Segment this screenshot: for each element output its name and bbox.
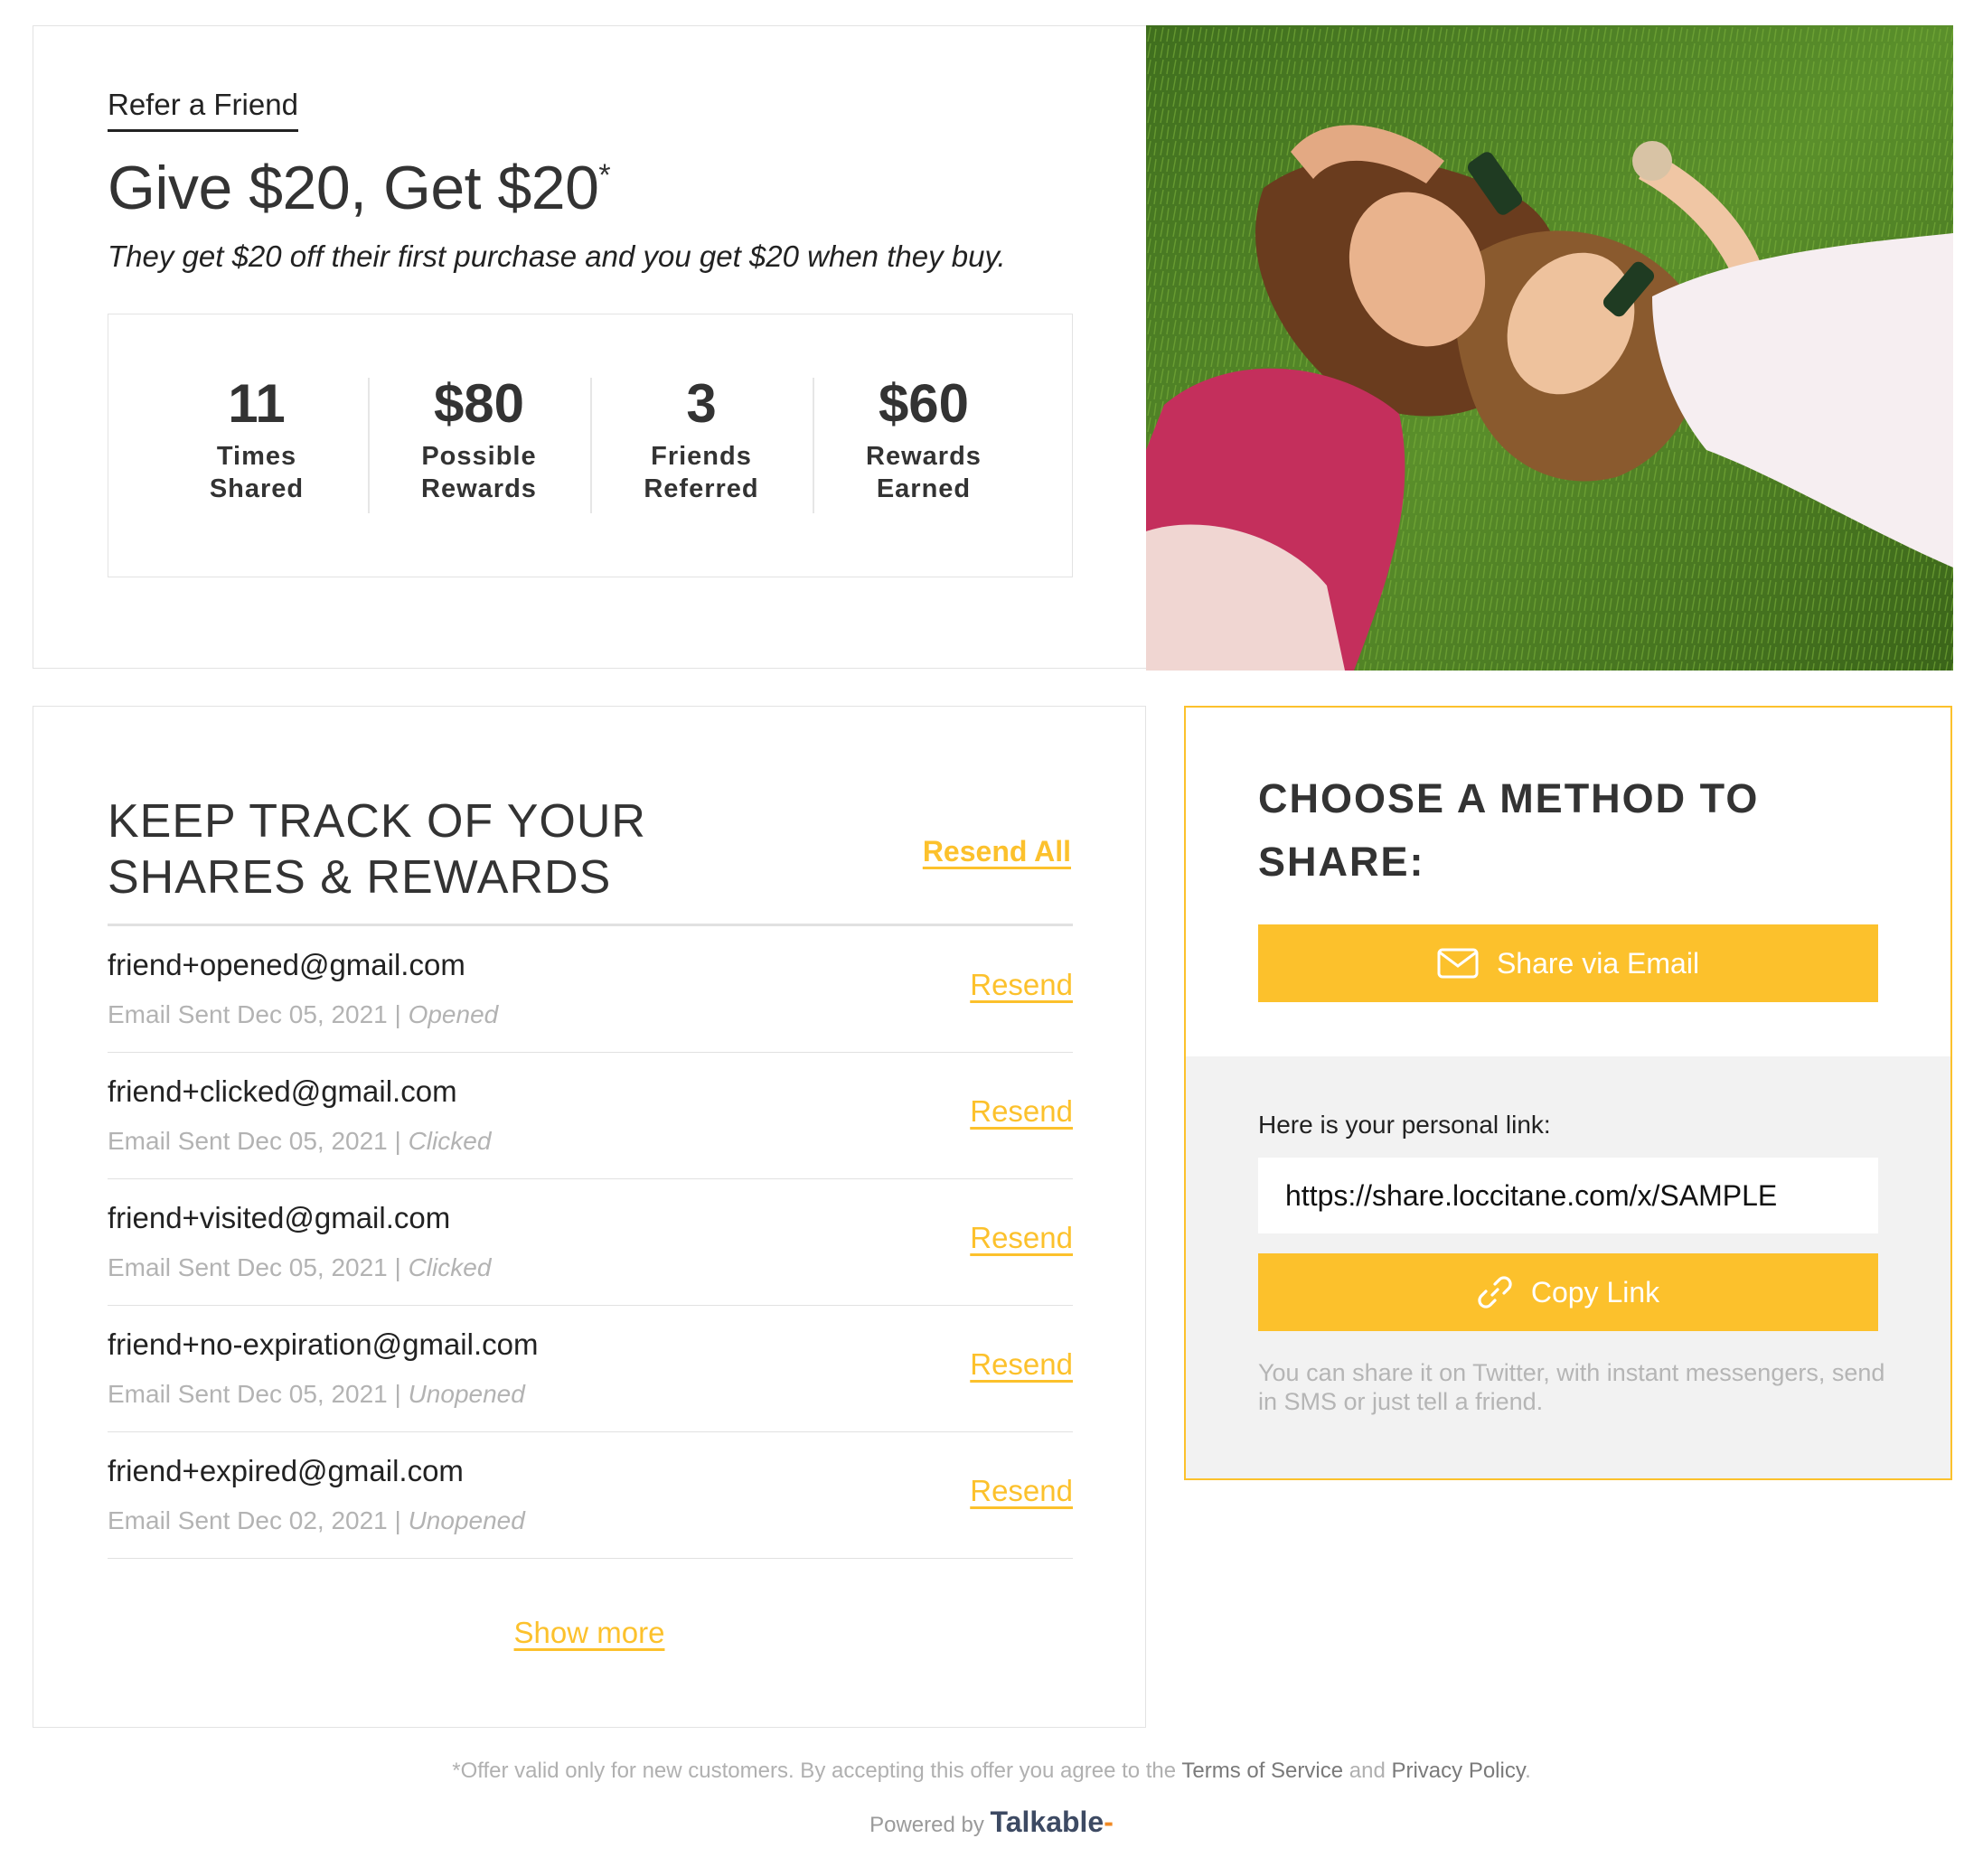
stat-label: Possible Rewards [421, 440, 537, 505]
stat-friends-referred: 3 Friends Referred [590, 373, 813, 513]
share-row: friend+clicked@gmail.com Email Sent Dec … [108, 1053, 1073, 1179]
shares-list: friend+opened@gmail.com Email Sent Dec 0… [108, 926, 1073, 1559]
stat-label-line: Shared [209, 474, 305, 503]
stat-label-line: Rewards [866, 442, 982, 471]
hero-photo-illustration [1146, 24, 1953, 671]
tracker-title: KEEP TRACK OF YOUR SHARES & REWARDS [108, 793, 740, 905]
share-row: friend+no-expiration@gmail.com Email Sen… [108, 1306, 1073, 1432]
share-email: friend+opened@gmail.com [108, 948, 465, 981]
stat-label-line: Possible [421, 442, 537, 471]
stat-label-line: Friends [651, 442, 752, 471]
share-row: friend+opened@gmail.com Email Sent Dec 0… [108, 926, 1073, 1053]
share-status: Unopened [408, 1380, 525, 1408]
stat-possible-rewards: $80 Possible Rewards [368, 373, 590, 513]
share-hint-text: You can share it on Twitter, with instan… [1258, 1359, 1885, 1415]
share-method-panel: CHOOSE A METHOD TO SHARE: Share via Emai… [1184, 706, 1952, 1480]
share-row: friend+expired@gmail.com Email Sent Dec … [108, 1432, 1073, 1559]
hero-content: Refer a Friend Give $20, Get $20* They g… [33, 26, 1146, 668]
copy-link-label: Copy Link [1530, 1275, 1660, 1309]
stat-label-line: Referred [644, 474, 759, 503]
share-meta: Email Sent Dec 02, 2021 | Unopened [108, 1506, 525, 1535]
share-via-email-button[interactable]: Share via Email [1258, 924, 1878, 1002]
share-status: Unopened [408, 1506, 525, 1534]
share-row: friend+visited@gmail.com Email Sent Dec … [108, 1179, 1073, 1306]
terms-of-service-link[interactable]: Terms of Service [1181, 1759, 1343, 1783]
stat-value: $60 [878, 373, 970, 434]
envelope-icon [1437, 948, 1479, 979]
talkable-brand-text: Talkable [990, 1806, 1104, 1838]
share-email: friend+clicked@gmail.com [108, 1074, 457, 1108]
personal-link-label: Here is your personal link: [1258, 1111, 1551, 1139]
share-sent-date: Email Sent Dec 02, 2021 | [108, 1506, 401, 1534]
resend-all-link[interactable]: Resend All [923, 835, 1071, 868]
link-icon [1478, 1276, 1512, 1309]
stat-label: Rewards Earned [866, 440, 982, 505]
personal-link-input[interactable] [1258, 1158, 1878, 1233]
powered-by: Powered by Talkable- [0, 1806, 1983, 1839]
personal-link-section: Here is your personal link: Copy Link Yo… [1186, 1056, 1950, 1478]
show-more-wrapper: Show more [33, 1616, 1145, 1650]
share-email: friend+no-expiration@gmail.com [108, 1327, 539, 1361]
resend-link[interactable]: Resend [970, 1094, 1073, 1129]
offer-title: Give $20, Get $20* [108, 153, 611, 223]
copy-link-button[interactable]: Copy Link [1258, 1253, 1878, 1331]
share-sent-date: Email Sent Dec 05, 2021 | [108, 1380, 401, 1408]
hero-photo [1146, 24, 1953, 671]
resend-link[interactable]: Resend [970, 1347, 1073, 1382]
share-status: Opened [408, 1000, 499, 1028]
disclaimer-and: and [1349, 1759, 1386, 1783]
stat-rewards-earned: $60 Rewards Earned [813, 373, 1035, 513]
shares-tracker-panel: KEEP TRACK OF YOUR SHARES & REWARDS Rese… [33, 706, 1146, 1728]
stat-value: 3 [686, 373, 717, 434]
stats-box: 11 Times Shared $80 Possible Rewards 3 Fri… [108, 314, 1073, 577]
tracker-title-line: KEEP TRACK OF YOUR [108, 795, 646, 848]
share-email: friend+expired@gmail.com [108, 1454, 464, 1487]
talkable-logo[interactable]: Talkable- [991, 1806, 1114, 1838]
tracker-title-line: SHARES & REWARDS [108, 851, 612, 904]
hero-panel: Refer a Friend Give $20, Get $20* They g… [33, 24, 1953, 671]
share-meta: Email Sent Dec 05, 2021 | Unopened [108, 1380, 525, 1409]
stat-label-line: Rewards [421, 474, 537, 503]
offer-asterisk: * [598, 158, 611, 192]
share-meta: Email Sent Dec 05, 2021 | Clicked [108, 1127, 491, 1156]
stat-label: Friends Referred [644, 440, 758, 505]
offer-description: They get $20 off their first purchase an… [108, 239, 1006, 273]
share-sent-date: Email Sent Dec 05, 2021 | [108, 1127, 401, 1155]
stat-label: Times Shared [210, 440, 304, 505]
resend-link[interactable]: Resend [970, 968, 1073, 1002]
privacy-policy-link[interactable]: Privacy Policy [1391, 1759, 1525, 1783]
share-meta: Email Sent Dec 05, 2021 | Opened [108, 1000, 498, 1029]
show-more-link[interactable]: Show more [514, 1616, 665, 1649]
share-status: Clicked [408, 1127, 492, 1155]
stat-label-line: Times [216, 442, 297, 471]
share-sent-date: Email Sent Dec 05, 2021 | [108, 1000, 401, 1028]
share-status: Clicked [408, 1253, 492, 1281]
share-email: friend+visited@gmail.com [108, 1201, 451, 1234]
share-sent-date: Email Sent Dec 05, 2021 | [108, 1253, 401, 1281]
share-meta: Email Sent Dec 05, 2021 | Clicked [108, 1253, 491, 1282]
resend-link[interactable]: Resend [970, 1474, 1073, 1508]
stat-value: 11 [228, 373, 286, 434]
disclaimer-text: *Offer valid only for new customers. By … [452, 1759, 1177, 1783]
offer-title-text: Give $20, Get $20 [108, 154, 599, 222]
stat-value: $80 [433, 373, 525, 434]
stat-times-shared: 11 Times Shared [146, 373, 368, 513]
offer-disclaimer: *Offer valid only for new customers. By … [0, 1759, 1983, 1784]
disclaimer-period: . [1525, 1759, 1531, 1783]
resend-link[interactable]: Resend [970, 1221, 1073, 1255]
powered-by-label: Powered by [869, 1813, 984, 1837]
stat-label-line: Earned [876, 474, 972, 503]
share-via-email-label: Share via Email [1496, 946, 1700, 980]
share-method-title: CHOOSE A METHOD TO SHARE: [1258, 775, 1760, 885]
refer-a-friend-label: Refer a Friend [108, 88, 298, 132]
talkable-mark-icon: - [1104, 1806, 1114, 1838]
